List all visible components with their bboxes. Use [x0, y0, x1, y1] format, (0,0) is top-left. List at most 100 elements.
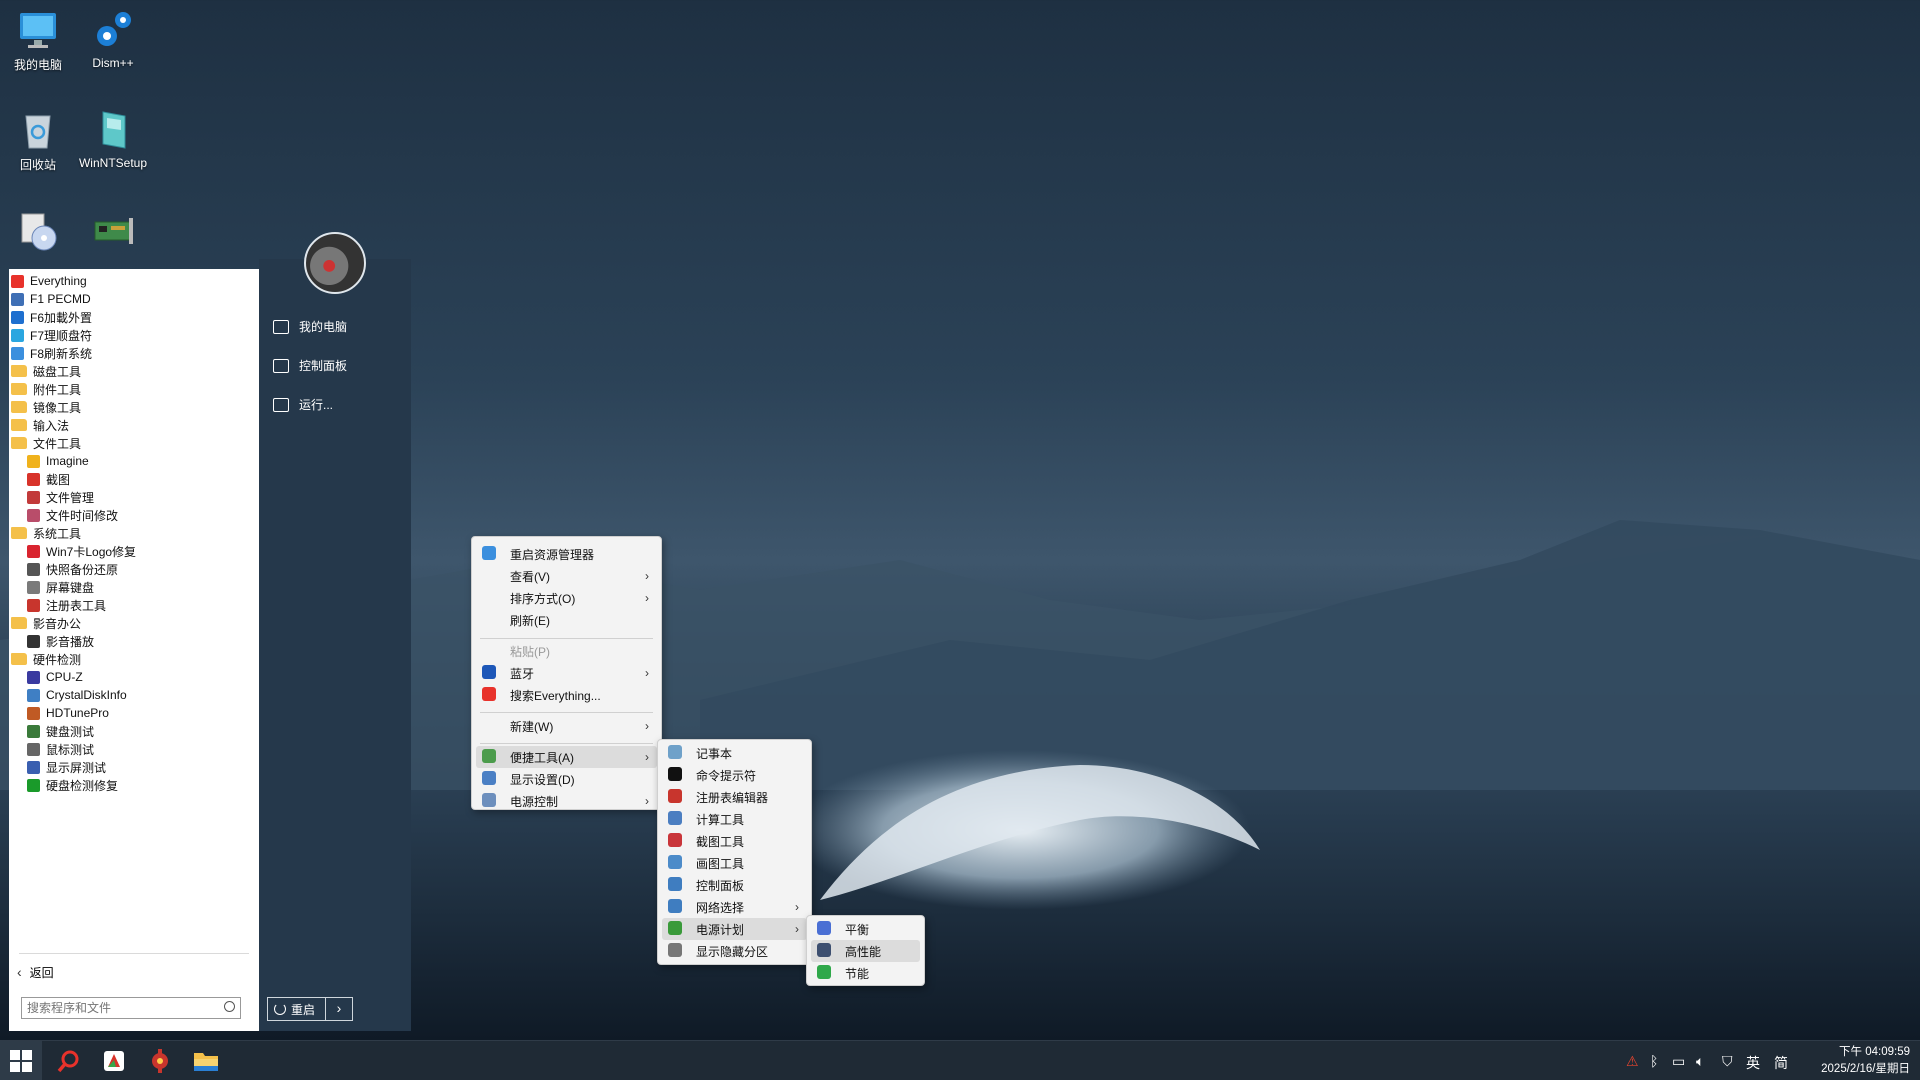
- volume-icon[interactable]: 🔈︎: [1696, 1053, 1704, 1070]
- tools-menu-item[interactable]: 电源计划 ›: [662, 918, 807, 940]
- context-menu-item[interactable]: 查看(V) ›: [476, 565, 657, 587]
- context-menu-item[interactable]: 排序方式(O) ›: [476, 587, 657, 609]
- chevron-right-icon: ›: [645, 794, 649, 808]
- paint-icon: [668, 855, 682, 869]
- keyboard-test-icon: [27, 724, 40, 738]
- start-menu-item-label: 硬件检测: [33, 652, 82, 667]
- bluetooth-icon: [482, 665, 496, 679]
- context-menu-item[interactable]: 刷新(E): [476, 609, 657, 631]
- network-warning-icon[interactable]: ⚠: [1626, 1053, 1639, 1070]
- start-menu-item-label: 注册表工具: [46, 598, 107, 613]
- power-plan-item[interactable]: 高性能: [811, 940, 920, 962]
- tools-menu-item[interactable]: 控制面板: [662, 874, 807, 896]
- restart-button[interactable]: 重启: [268, 998, 326, 1020]
- start-menu-item-label: 硬盘检测修复: [46, 778, 119, 793]
- start-menu-side-panel: 我的电脑 控制面板 运行... 重启 ›: [259, 232, 411, 1031]
- side-item-label: 控制面板: [299, 359, 348, 373]
- media-player-icon: [27, 634, 40, 648]
- tools-menu-item[interactable]: 网络选择 ›: [662, 896, 807, 918]
- search-box[interactable]: [21, 997, 241, 1019]
- tools-icon: [152, 1049, 168, 1073]
- context-menu-item-label: 排序方式(O): [510, 591, 576, 606]
- start-menu-item-label: CrystalDiskInfo: [46, 688, 127, 702]
- start-menu-item-label: 输入法: [33, 418, 70, 433]
- context-menu-item[interactable]: 新建(W) ›: [476, 715, 657, 737]
- start-button[interactable]: [0, 1041, 42, 1080]
- winntsetup-icon: [102, 111, 126, 149]
- context-menu-item: 粘贴(P): [476, 640, 657, 662]
- tools-menu-item-label: 记事本: [696, 746, 733, 761]
- desktop-icon-network-card[interactable]: [73, 208, 153, 256]
- ime-language[interactable]: 英: [1746, 1053, 1760, 1073]
- side-item-control-panel[interactable]: 控制面板: [273, 357, 347, 374]
- desktop-icon-recycle-bin[interactable]: 回收站: [0, 108, 78, 173]
- cube-icon: [11, 328, 24, 342]
- clock[interactable]: 下午 04:09:59 2025/2/16/星期日: [1800, 1044, 1910, 1078]
- desktop-icon-installer[interactable]: [0, 208, 78, 256]
- taskbar: ⚠ ᛒ ▭ 🔈︎ ⛉ 英 简 下午 04:09:59 2025/2/16/星期日: [0, 1040, 1920, 1080]
- context-menu-item[interactable]: 重启资源管理器: [476, 543, 657, 565]
- tools-menu-item[interactable]: 截图工具: [662, 830, 807, 852]
- start-menu-item-label: 鼠标测试: [46, 742, 95, 757]
- taskbar-tools[interactable]: [147, 1049, 173, 1073]
- start-menu-item-label: CPU-Z: [46, 670, 83, 684]
- back-button[interactable]: ‹ 返回: [17, 962, 54, 982]
- tools-menu-item-label: 画图工具: [696, 856, 745, 871]
- search-icon: [482, 687, 496, 701]
- tools-menu-item-label: 控制面板: [696, 878, 745, 893]
- tools-menu-item[interactable]: 注册表编辑器: [662, 786, 807, 808]
- balance-icon: [817, 921, 831, 935]
- ime-mode[interactable]: 简: [1774, 1053, 1788, 1073]
- desktop-icon-dism[interactable]: Dism++: [73, 8, 153, 70]
- bluetooth-icon[interactable]: ᛒ: [1650, 1053, 1658, 1069]
- power-plan-item-label: 高性能: [845, 944, 882, 959]
- taskbar-everything[interactable]: [56, 1049, 82, 1073]
- tools-icon: [482, 749, 496, 763]
- search-input[interactable]: [22, 998, 212, 1018]
- tools-menu-item[interactable]: 命令提示符: [662, 764, 807, 786]
- security-icon[interactable]: ⛉: [1722, 1053, 1733, 1070]
- tools-menu-item[interactable]: 画图工具: [662, 852, 807, 874]
- context-menu-item[interactable]: 便捷工具(A) ›: [476, 746, 657, 768]
- everything-icon: [57, 1050, 79, 1073]
- notepad-icon: [668, 745, 682, 759]
- power-icon: [482, 793, 496, 807]
- taskbar-screenshot[interactable]: [101, 1049, 127, 1073]
- back-label: 返回: [29, 965, 54, 980]
- snapshot-icon: [27, 562, 40, 576]
- tools-menu-item[interactable]: 计算工具: [662, 808, 807, 830]
- taskbar-file-explorer[interactable]: [193, 1049, 219, 1073]
- side-item-label: 运行...: [299, 398, 334, 412]
- start-menu-item-label: 快照备份还原: [46, 562, 119, 577]
- user-avatar[interactable]: [304, 232, 366, 294]
- tools-menu-item-label: 网络选择: [696, 900, 745, 915]
- side-item-run[interactable]: 运行...: [273, 396, 333, 413]
- disk-repair-icon: [27, 778, 40, 792]
- start-menu-item-label: HDTunePro: [46, 706, 109, 720]
- context-menu-item[interactable]: 显示设置(D): [476, 768, 657, 790]
- desktop-icon-winntsetup[interactable]: WinNTSetup: [73, 108, 153, 170]
- tools-menu-item[interactable]: 记事本: [662, 742, 807, 764]
- restart-label: 重启: [291, 1002, 316, 1017]
- context-menu-item[interactable]: 搜索Everything...: [476, 684, 657, 706]
- tools-menu-item[interactable]: 显示隐藏分区: [662, 940, 807, 962]
- keyboard-icon: [27, 580, 40, 594]
- power-plan-item[interactable]: 节能: [811, 962, 920, 984]
- file-explorer-icon: [194, 1053, 218, 1071]
- power-plan-item[interactable]: 平衡: [811, 918, 920, 940]
- computer-icon: [20, 13, 56, 48]
- start-menu-item-label: 截图: [46, 472, 71, 487]
- context-menu-item[interactable]: 电源控制 ›: [476, 790, 657, 812]
- context-menu-item-label: 重启资源管理器: [510, 547, 595, 562]
- side-item-my-computer[interactable]: 我的电脑: [273, 318, 347, 335]
- start-menu-item-label: 显示屏测试: [46, 760, 107, 775]
- power-options-button[interactable]: ›: [326, 998, 352, 1020]
- display-icon[interactable]: ▭: [1672, 1053, 1685, 1070]
- context-menu-item[interactable]: 蓝牙 ›: [476, 662, 657, 684]
- context-menu-item-label: 便捷工具(A): [510, 750, 574, 765]
- power-plan-submenu: 平衡 高性能 节能: [806, 915, 925, 986]
- context-menu-item-label: 新建(W): [510, 719, 554, 734]
- start-menu-item[interactable]: 硬盘检测修复: [27, 774, 118, 796]
- desktop-icon-my-computer[interactable]: 我的电脑: [0, 8, 78, 73]
- chevron-right-icon: ›: [795, 922, 799, 936]
